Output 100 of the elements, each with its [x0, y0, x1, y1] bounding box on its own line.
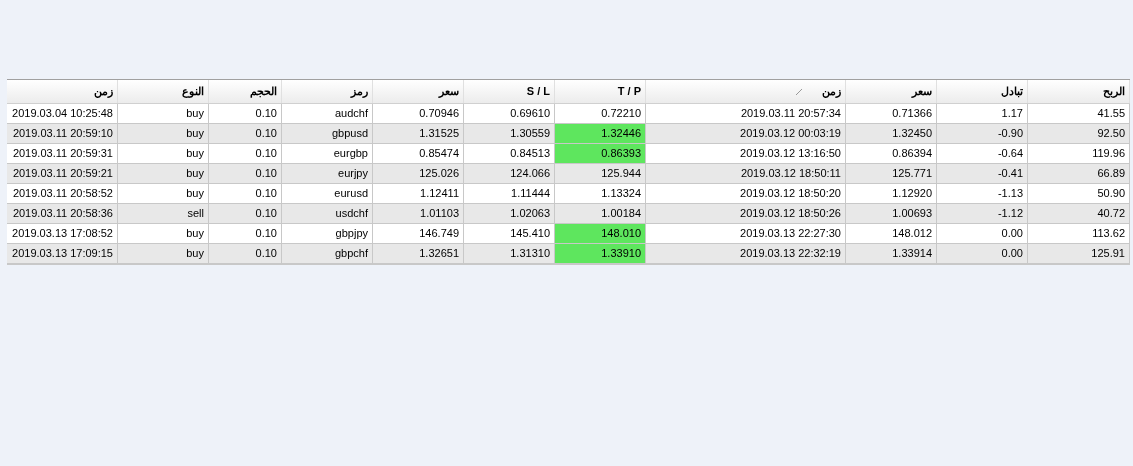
table-cell: 146.749: [373, 224, 464, 243]
table-cell: 1.12920: [846, 184, 937, 203]
table-cell: 125.026: [373, 164, 464, 183]
table-cell: eurjpy: [282, 164, 373, 183]
table-cell: 1.33914: [846, 244, 937, 263]
header-label: S / L: [526, 84, 550, 100]
table-cell: 125.944: [555, 164, 646, 183]
table-cell: 1.17: [937, 104, 1028, 123]
table-cell: 1.33910: [555, 244, 646, 263]
column-header[interactable]: تبادل: [937, 80, 1028, 103]
table-cell: 2019.03.04 10:25:48: [7, 104, 118, 123]
table-cell: 1.12411: [373, 184, 464, 203]
column-header[interactable]: سعر: [373, 80, 464, 103]
table-cell: gbpchf: [282, 244, 373, 263]
table-cell: 2019.03.12 18:50:20: [646, 184, 846, 203]
table-cell: gbpusd: [282, 124, 373, 143]
table-cell: 0.72210: [555, 104, 646, 123]
table-cell: gbpjpy: [282, 224, 373, 243]
table-cell: 1.32446: [555, 124, 646, 143]
table-cell: 2019.03.12 18:50:11: [646, 164, 846, 183]
table-cell: eurgbp: [282, 144, 373, 163]
column-header[interactable]: سعر: [846, 80, 937, 103]
header-label: زمن: [94, 84, 113, 100]
header-label: الربح: [1103, 84, 1125, 100]
table-cell: 148.012: [846, 224, 937, 243]
column-header[interactable]: النوع: [118, 80, 209, 103]
table-cell: buy: [118, 244, 209, 263]
table-cell: 119.96: [1028, 144, 1130, 163]
table-cell: usdchf: [282, 204, 373, 223]
table-cell: 0.00: [937, 224, 1028, 243]
table-cell: buy: [118, 124, 209, 143]
header-label: الحجم: [250, 84, 277, 100]
table-cell: 2019.03.11 20:59:31: [7, 144, 118, 163]
column-header[interactable]: T / P: [555, 80, 646, 103]
header-label: زمن: [822, 84, 841, 100]
table-cell: 0.10: [209, 164, 282, 183]
header-label: رمز: [351, 84, 368, 100]
header-label: T / P: [617, 84, 641, 100]
table-cell: 1.01103: [373, 204, 464, 223]
table-cell: 1.00184: [555, 204, 646, 223]
table-cell: 0.70946: [373, 104, 464, 123]
table-cell: 1.13324: [555, 184, 646, 203]
table-cell: 0.10: [209, 244, 282, 263]
table-cell: 2019.03.11 20:59:10: [7, 124, 118, 143]
table-cell: 41.55: [1028, 104, 1130, 123]
header-label: تبادل: [1001, 84, 1023, 100]
table-cell: 0.10: [209, 104, 282, 123]
table-cell: 0.10: [209, 144, 282, 163]
table-cell: 0.10: [209, 124, 282, 143]
table-cell: -0.90: [937, 124, 1028, 143]
table-cell: eurusd: [282, 184, 373, 203]
table-cell: 124.066: [464, 164, 555, 183]
table-cell: 2019.03.12 00:03:19: [646, 124, 846, 143]
table-cell: 1.32651: [373, 244, 464, 263]
table-cell: -0.41: [937, 164, 1028, 183]
table-cell: 0.69610: [464, 104, 555, 123]
table-cell: 1.31525: [373, 124, 464, 143]
column-header[interactable]: الحجم: [209, 80, 282, 103]
table-cell: 0.85474: [373, 144, 464, 163]
table-cell: buy: [118, 184, 209, 203]
table-cell: 2019.03.13 17:08:52: [7, 224, 118, 243]
header-label: سعر: [912, 84, 932, 100]
table-cell: 2019.03.12 13:16:50: [646, 144, 846, 163]
table-cell: -0.64: [937, 144, 1028, 163]
table-cell: buy: [118, 104, 209, 123]
table-cell: 113.62: [1028, 224, 1130, 243]
table-cell: 92.50: [1028, 124, 1130, 143]
column-header[interactable]: زمن: [646, 80, 846, 103]
table-cell: 0.86394: [846, 144, 937, 163]
column-header[interactable]: زمن: [7, 80, 118, 103]
table-cell: 125.91: [1028, 244, 1130, 263]
table-cell: 2019.03.11 20:59:21: [7, 164, 118, 183]
table-cell: -1.13: [937, 184, 1028, 203]
header-label: النوع: [182, 84, 204, 100]
table-cell: buy: [118, 224, 209, 243]
table-cell: sell: [118, 204, 209, 223]
table-cell: 1.32450: [846, 124, 937, 143]
column-header[interactable]: الربح: [1028, 80, 1130, 103]
table-cell: buy: [118, 144, 209, 163]
table-cell: 0.86393: [555, 144, 646, 163]
table-cell: 50.90: [1028, 184, 1130, 203]
sort-indicator-icon: [796, 88, 802, 95]
table-cell: 66.89: [1028, 164, 1130, 183]
table-cell: 1.02063: [464, 204, 555, 223]
column-header[interactable]: رمز: [282, 80, 373, 103]
table-cell: 2019.03.11 20:58:52: [7, 184, 118, 203]
table-cell: 0.10: [209, 224, 282, 243]
table-cell: buy: [118, 164, 209, 183]
table-cell: 2019.03.11 20:58:36: [7, 204, 118, 223]
table-cell: 2019.03.13 17:09:15: [7, 244, 118, 263]
table-cell: 0.00: [937, 244, 1028, 263]
table-cell: 0.10: [209, 184, 282, 203]
table-cell: 148.010: [555, 224, 646, 243]
table-cell: 125.771: [846, 164, 937, 183]
column-header[interactable]: S / L: [464, 80, 555, 103]
table-cell: 40.72: [1028, 204, 1130, 223]
table-cell: 0.10: [209, 204, 282, 223]
table-cell: 2019.03.13 22:27:30: [646, 224, 846, 243]
table-cell: 2019.03.11 20:57:34: [646, 104, 846, 123]
header-label: سعر: [439, 84, 459, 100]
